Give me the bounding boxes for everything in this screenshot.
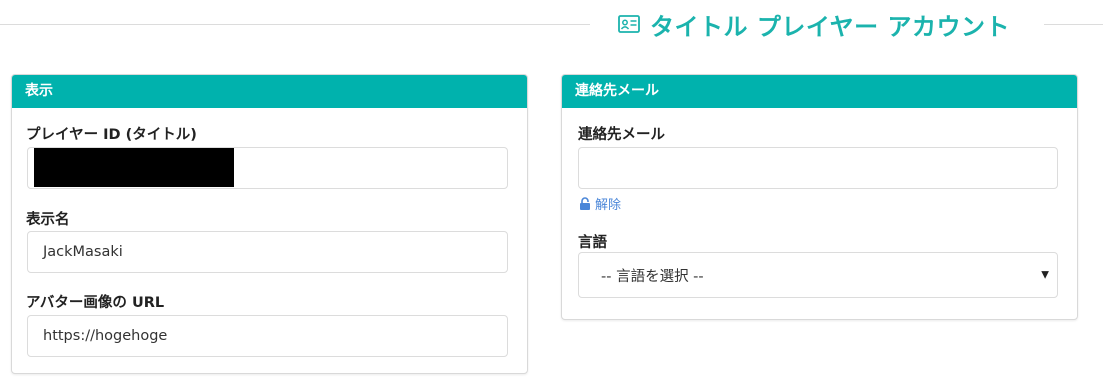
avatar-url-value: https://hogehoge — [43, 328, 168, 344]
player-id-label: プレイヤー ID (タイトル) — [26, 127, 197, 143]
contact-panel-heading: 連絡先メール — [562, 75, 1077, 108]
lock-icon — [580, 197, 590, 210]
player-id-field[interactable] — [27, 147, 508, 189]
unlock-label: 解除 — [595, 198, 622, 213]
display-name-label: 表示名 — [26, 212, 70, 228]
page-title: タイトル プレイヤー アカウント — [650, 12, 1010, 41]
avatar-url-label: アバター画像の URL — [26, 295, 165, 311]
avatar-url-input[interactable]: https://hogehoge — [27, 315, 508, 357]
language-select[interactable]: -- 言語を選択 -- ▼ — [578, 252, 1058, 298]
email-input[interactable] — [578, 147, 1058, 189]
header-divider-right — [1044, 24, 1103, 25]
redacted-player-id — [34, 148, 234, 187]
chevron-down-icon: ▼ — [1041, 269, 1049, 281]
unlock-link[interactable]: 解除 — [579, 194, 621, 213]
language-label: 言語 — [578, 235, 607, 251]
contact-panel: 連絡先メール 連絡先メール 解除 言語 -- 言語を選択 -- ▼ — [561, 74, 1078, 320]
page-header: タイトル プレイヤー アカウント — [618, 6, 1010, 42]
id-card-icon — [618, 15, 640, 33]
email-label: 連絡先メール — [578, 127, 665, 143]
display-panel: 表示 プレイヤー ID (タイトル) 表示名 JackMasaki アバター画像… — [11, 74, 528, 374]
header-divider-left — [0, 24, 590, 25]
language-selected-value: -- 言語を選択 -- — [601, 268, 704, 285]
display-panel-heading: 表示 — [12, 75, 527, 108]
display-name-input[interactable]: JackMasaki — [27, 231, 508, 273]
display-name-value: JackMasaki — [43, 244, 123, 260]
